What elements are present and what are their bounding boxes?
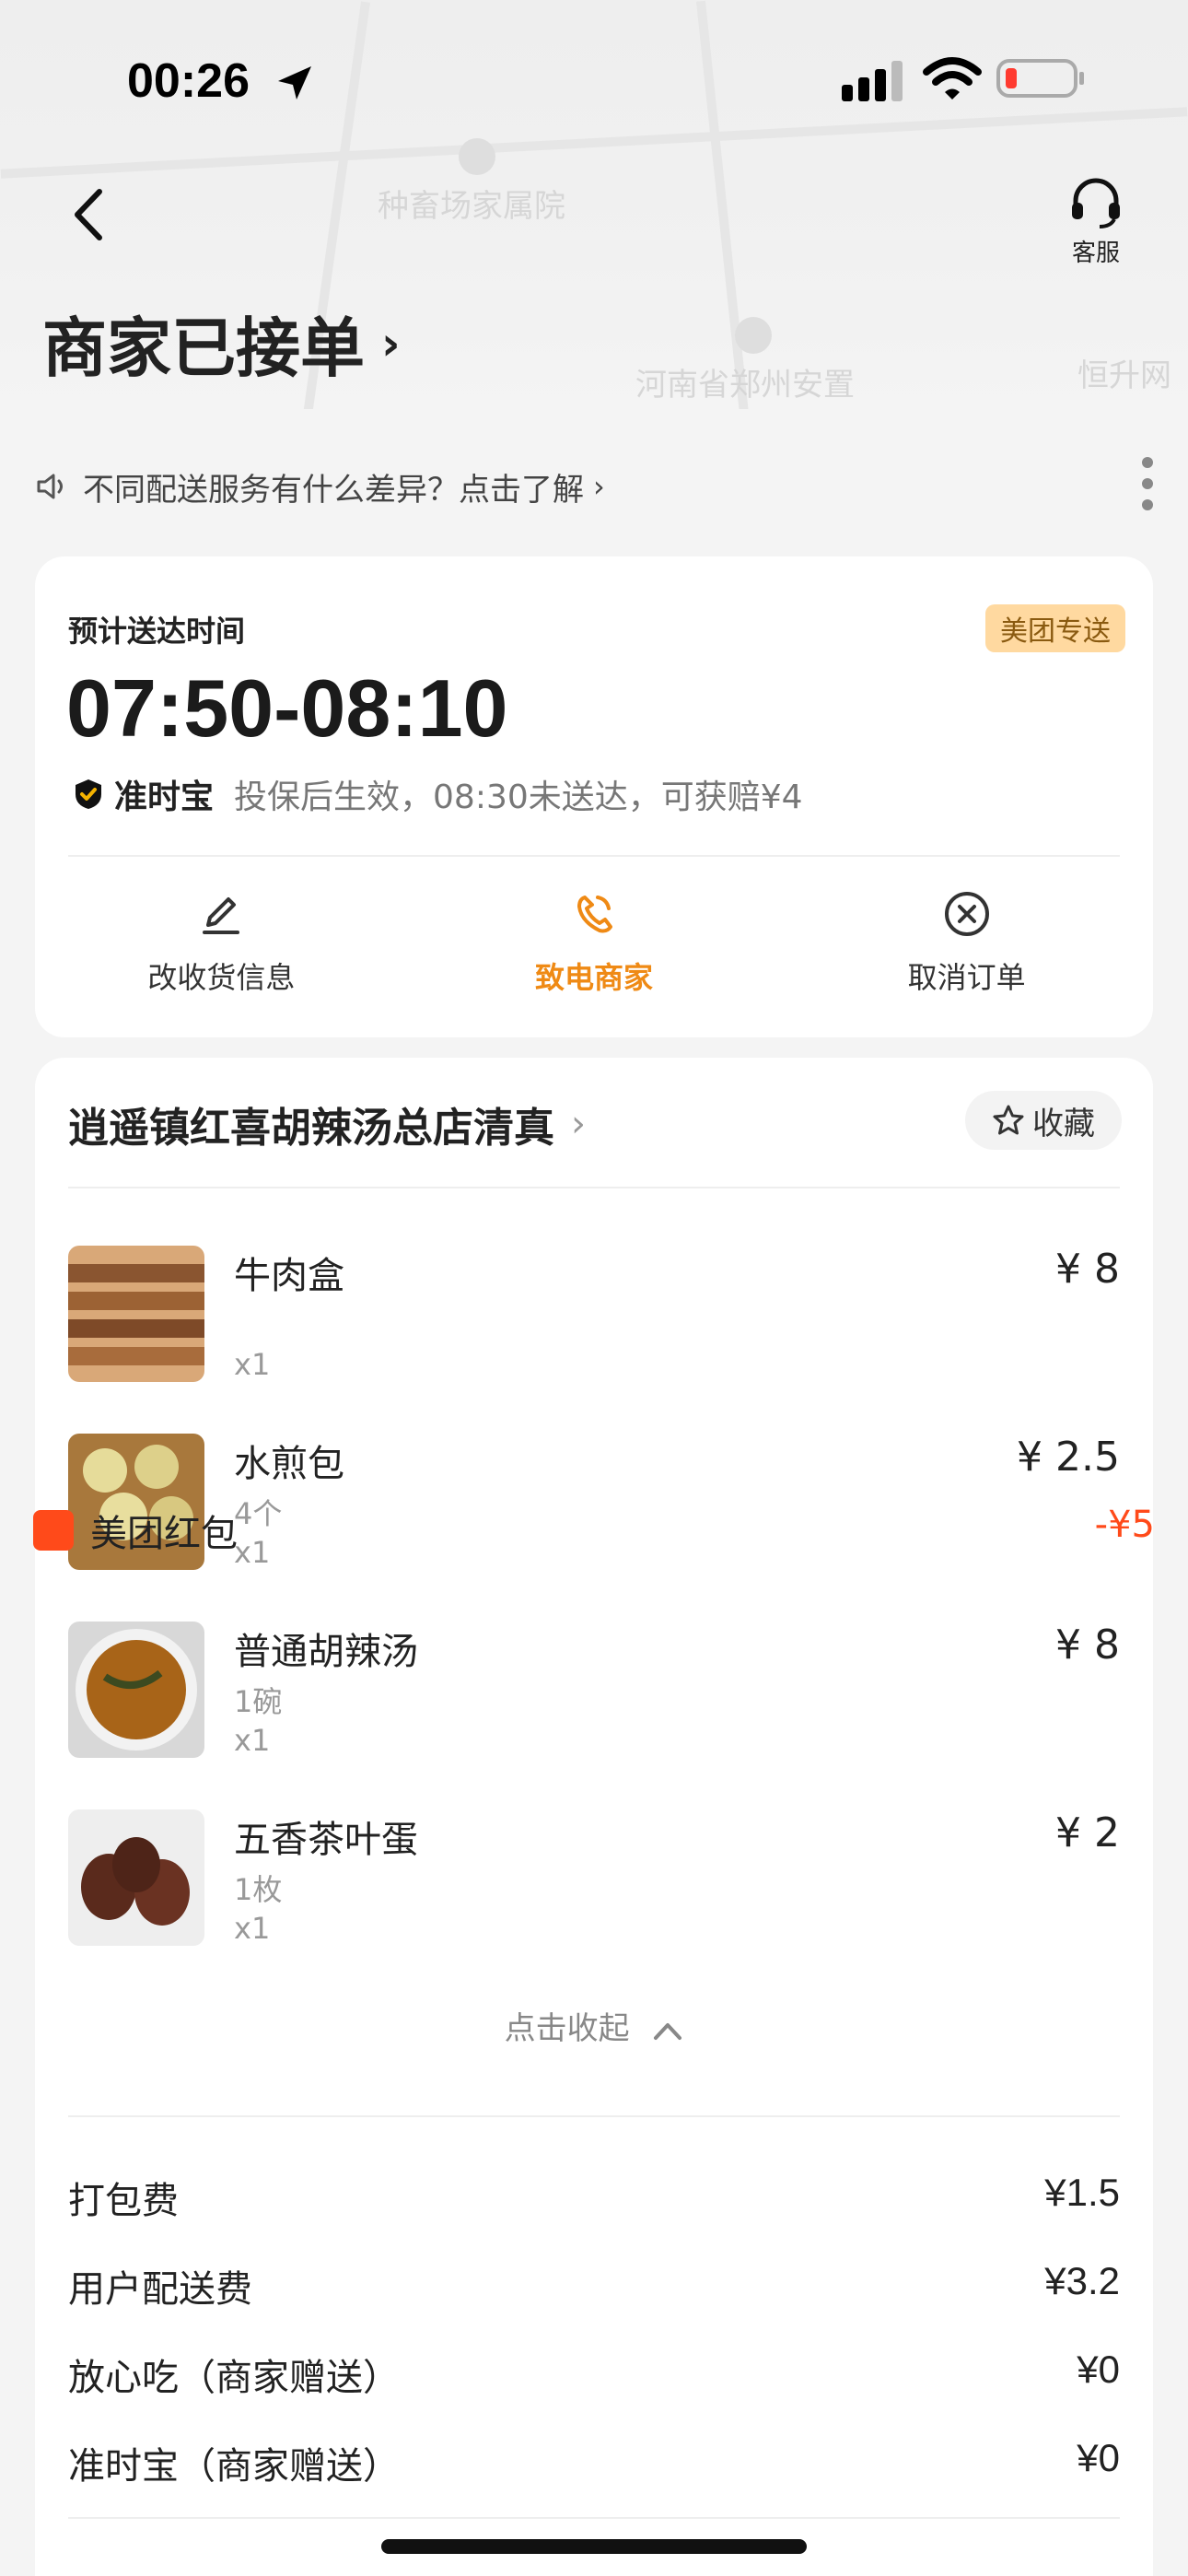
list-item[interactable]: 牛肉盒 x1 ¥ 8 [68,1246,1120,1384]
list-item[interactable]: 五香茶叶蛋 1枚 x1 ¥ 2 [68,1809,1120,1948]
map-label: 恒升网 [1077,357,1171,394]
item-price: ¥ 8 [1055,1622,1120,1669]
order-detail-card: 逍遥镇红喜胡辣汤总店清真 › 收藏 牛肉盒 x1 ¥ 8 水煎包 4个 x1 ¥… [35,1058,1153,2576]
item-qty: x1 [234,1911,271,1946]
home-indicator[interactable] [381,2539,807,2554]
notice-text: 不同配送服务有什么差异？点击了解 [83,471,584,509]
item-spec: 4个 [234,1496,283,1531]
order-status-title[interactable]: 商家已接单 › [42,297,401,390]
chevron-right-icon: › [593,469,605,504]
more-options-icon[interactable] [1138,453,1157,514]
back-button[interactable] [64,182,111,247]
item-qty: x1 [234,1535,271,1570]
fee-label: 准时宝（商家赠送） [68,2445,400,2488]
item-name: 牛肉盒 [234,1255,344,1297]
favorite-button[interactable]: 收藏 [965,1091,1122,1150]
chevron-right-icon: › [571,1103,586,1145]
fee-label: 放心吃（商家赠送） [68,2357,400,2399]
shop-name: 逍遥镇红喜胡辣汤总店清真 [68,1105,554,1152]
delivery-badge: 美团专送 [985,604,1125,652]
insurance-desc: 投保后生效，08:30未送达，可获赔¥4 [234,779,803,816]
wifi-icon [923,57,982,100]
insurance-name: 准时宝 [114,779,215,816]
map-pin-icon [735,317,772,354]
divider [68,2517,1120,2519]
cancel-icon [944,892,989,936]
speaker-icon [37,474,63,499]
order-status-text: 商家已接单 [42,310,365,386]
fee-row: 准时宝（商家赠送） ¥0 [68,2436,1120,2489]
item-spec: 1碗 [234,1684,283,1719]
fee-value: ¥1.5 [1044,2171,1120,2214]
food-thumbnail [68,1622,204,1758]
star-icon [993,1105,1024,1135]
edit-icon [203,897,240,934]
collapse-button[interactable]: 点击收起 [35,2003,1153,2048]
shield-check-icon [76,779,101,809]
item-name: 普通胡辣汤 [234,1631,418,1673]
phone-icon [577,896,612,933]
customer-service-label: 客服 [1071,240,1120,267]
item-name: 水煎包 [234,1443,344,1485]
collapse-label: 点击收起 [504,2010,630,2047]
fee-label: 用户配送费 [68,2268,252,2311]
order-actions: 改收货信息 致电商家 取消订单 [35,879,1153,1017]
item-price: ¥ 2.5 [1017,1434,1120,1481]
delivery-notice[interactable]: 不同配送服务有什么差异？点击了解 › [33,461,605,512]
insurance-row[interactable]: 准时宝 投保后生效，08:30未送达，可获赔¥4 [72,770,803,818]
item-spec: 1枚 [234,1872,283,1907]
eta-label: 预计送达时间 [68,614,246,649]
item-price: ¥ 8 [1055,1246,1120,1293]
chevron-up-icon [654,2022,682,2040]
divider [68,1187,1120,1188]
item-qty: x1 [234,1723,271,1758]
fee-row: 用户配送费 ¥3.2 [68,2259,1120,2313]
call-merchant-label: 致电商家 [535,960,654,995]
food-thumbnail [68,1809,204,1946]
location-arrow-icon [278,66,311,100]
battery-icon [996,59,1084,98]
fee-value: ¥0 [1077,2436,1120,2479]
call-merchant-button[interactable]: 致电商家 [408,879,781,1017]
favorite-label: 收藏 [1032,1105,1095,1142]
shop-name-link[interactable]: 逍遥镇红喜胡辣汤总店清真 › [68,1095,586,1153]
cancel-order-label: 取消订单 [907,960,1026,995]
food-thumbnail [68,1246,204,1382]
red-packet-row[interactable]: 美团红包 [33,1504,238,1557]
fee-row: 打包费 ¥1.5 [68,2171,1120,2224]
fee-row: 放心吃（商家赠送） ¥0 [68,2348,1120,2401]
red-packet-value: -¥5 [1094,1504,1155,1546]
status-time: 00:26 [127,54,250,108]
delivery-card: 预计送达时间 美团专送 07:50-08:10 准时宝 投保后生效，08:30未… [35,556,1153,1037]
fee-value: ¥3.2 [1044,2259,1120,2302]
item-name: 五香茶叶蛋 [234,1819,418,1861]
item-qty: x1 [234,1347,271,1382]
item-price: ¥ 2 [1055,1809,1120,1856]
chevron-right-icon: › [381,316,401,370]
list-item[interactable]: 普通胡辣汤 1碗 x1 ¥ 8 [68,1622,1120,1760]
cancel-order-button[interactable]: 取消订单 [780,879,1153,1017]
edit-address-label: 改收货信息 [147,960,296,995]
map-label: 河南省郑州安置 [635,367,855,404]
cellular-signal-icon [842,61,903,101]
fee-value: ¥0 [1077,2348,1120,2391]
map-label: 种畜场家属院 [378,188,565,225]
status-bar: 00:26 [0,0,1188,157]
eta-time: 07:50-08:10 [66,662,508,754]
red-packet-label: 美团红包 [90,1513,238,1555]
headset-icon [1072,178,1120,228]
customer-service-button[interactable]: 客服 [1059,175,1133,267]
fee-label: 打包费 [68,2180,179,2222]
divider [68,855,1120,857]
divider [68,2115,1120,2117]
edit-address-button[interactable]: 改收货信息 [35,879,408,1017]
red-packet-icon [33,1510,74,1551]
